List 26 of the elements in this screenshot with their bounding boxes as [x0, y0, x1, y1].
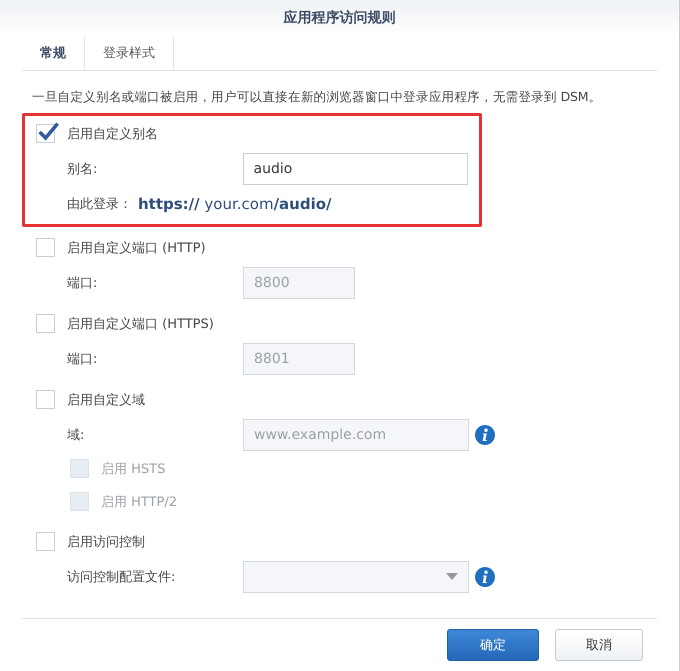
checkbox-label: 启用自定义域	[67, 392, 145, 408]
tab[interactable]: 登录样式	[85, 36, 174, 70]
cancel-button[interactable]: 取消	[555, 629, 643, 661]
checkbox-label: 启用访问控制	[67, 534, 145, 550]
checkbox-label: 启用自定义端口 (HTTP)	[67, 240, 206, 256]
field-label: 域:	[67, 426, 86, 444]
login-label: 由此登录：	[67, 196, 132, 212]
checkbox-label: 启用自定义端口 (HTTPS)	[67, 316, 214, 332]
field-label: 端口:	[67, 274, 98, 292]
checkbox-label: 启用 HTTP/2	[101, 494, 178, 510]
checkbox[interactable]	[36, 532, 55, 551]
input-field[interactable]: audio	[242, 152, 468, 184]
description-text: 一旦自定义别名或端口被启用，用户可以直接在新的浏览器窗口中登录应用程序，无需登录到 DSM。	[32, 89, 602, 106]
checkbox-label: 启用自定义别名	[67, 126, 158, 142]
field-label: 端口:	[67, 350, 98, 368]
tab[interactable]: 常规	[22, 36, 85, 70]
field-label: 访问控制配置文件:	[67, 568, 176, 586]
checkbox[interactable]	[36, 238, 55, 257]
window-title: 应用程序访问规则	[284, 9, 396, 27]
caret-icon	[446, 573, 458, 580]
login-url[interactable]: https:// your.com/audio/	[138, 194, 332, 212]
ok-button[interactable]: 确定	[447, 629, 539, 661]
checkbox-label: 启用 HSTS	[101, 460, 166, 478]
checkbox[interactable]	[36, 314, 55, 333]
checkbox[interactable]	[36, 390, 55, 409]
field-label: 别名:	[67, 160, 98, 178]
